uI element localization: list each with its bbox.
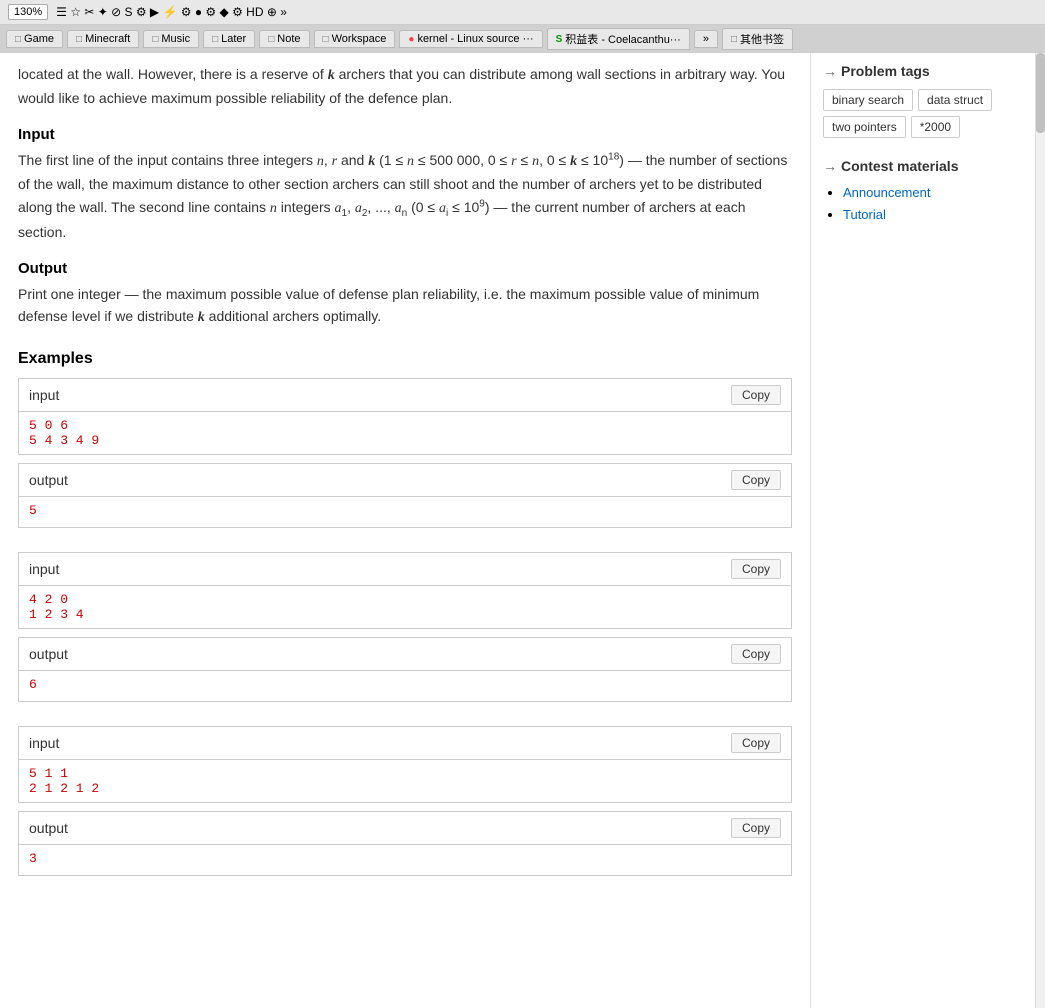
tag-data-struct[interactable]: data struct (918, 89, 992, 111)
example-3-input-header: input Copy (19, 727, 791, 760)
example-3-output: output Copy 3 (18, 811, 792, 876)
tab-jijibiao[interactable]: S 积益表 - Coelacanthu··· (547, 28, 690, 50)
tag-difficulty[interactable]: *2000 (911, 116, 960, 138)
nav-icons: ☰ ☆ ✂ ✦ ⊘ S ⚙ ▶ ⚡ ⚙ ● ⚙ ◆ ⚙ HD ⊕ » (56, 5, 287, 19)
example-3-output-label: output (29, 820, 68, 836)
example-3-input-label: input (29, 735, 59, 751)
problem-tags-title: → Problem tags (823, 63, 1023, 79)
tab-note[interactable]: □ Note (259, 30, 309, 48)
example-3-output-body: 3 (19, 845, 791, 875)
tutorial-link[interactable]: Tutorial (843, 207, 886, 222)
example-1-input-header: input Copy (19, 379, 791, 412)
contest-arrow-icon: → (823, 158, 837, 174)
example-2-output-header: output Copy (19, 638, 791, 671)
tags-arrow-icon: → (823, 63, 837, 79)
input-text: The first line of the input contains thr… (18, 149, 792, 244)
zoom-level[interactable]: 130% (8, 4, 48, 20)
example-2-output: output Copy 6 (18, 637, 792, 702)
copy-example-2-output[interactable]: Copy (731, 644, 781, 664)
examples-section: Examples input Copy 5 0 6 5 4 3 4 9 outp… (18, 350, 792, 876)
copy-example-2-input[interactable]: Copy (731, 559, 781, 579)
example-2-input-header: input Copy (19, 553, 791, 586)
example-2-output-body: 6 (19, 671, 791, 701)
example-1: input Copy 5 0 6 5 4 3 4 9 (18, 378, 792, 455)
tab-game[interactable]: □ Game (6, 30, 63, 48)
problem-intro: located at the wall. However, there is a… (18, 63, 792, 110)
example-3-input-body: 5 1 1 2 1 2 1 2 (19, 760, 791, 802)
copy-example-3-input[interactable]: Copy (731, 733, 781, 753)
contest-materials-section: → Contest materials Announcement Tutoria… (823, 158, 1023, 222)
example-1-output: output Copy 5 (18, 463, 792, 528)
example-2: input Copy 4 2 0 1 2 3 4 (18, 552, 792, 629)
tab-workspace[interactable]: □ Workspace (314, 30, 396, 48)
tags-container: binary search data struct two pointers *… (823, 89, 1023, 138)
example-2-output-label: output (29, 646, 68, 662)
example-1-output-body: 5 (19, 497, 791, 527)
example-3: input Copy 5 1 1 2 1 2 1 2 (18, 726, 792, 803)
output-title: Output (18, 260, 792, 277)
scrollbar-track[interactable] (1035, 53, 1045, 1008)
contest-link-announcement: Announcement (843, 184, 1023, 200)
main-content: located at the wall. However, there is a… (0, 53, 810, 1008)
tab-kernel[interactable]: ● kernel - Linux source ··· (399, 30, 542, 48)
browser-bar: 130% ☰ ☆ ✂ ✦ ⊘ S ⚙ ▶ ⚡ ⚙ ● ⚙ ◆ ⚙ HD ⊕ » (0, 0, 1045, 25)
tag-two-pointers[interactable]: two pointers (823, 116, 906, 138)
tab-bookmarks[interactable]: □ 其他书签 (722, 28, 793, 50)
output-text: Print one integer — the maximum possible… (18, 283, 792, 330)
copy-example-1-output[interactable]: Copy (731, 470, 781, 490)
input-title: Input (18, 126, 792, 143)
tab-later[interactable]: □ Later (203, 30, 255, 48)
tab-more[interactable]: » (694, 30, 718, 48)
example-1-output-header: output Copy (19, 464, 791, 497)
example-1-input-body: 5 0 6 5 4 3 4 9 (19, 412, 791, 454)
problem-tags-section: → Problem tags binary search data struct… (823, 63, 1023, 138)
announcement-link[interactable]: Announcement (843, 185, 930, 200)
contest-links-list: Announcement Tutorial (823, 184, 1023, 222)
example-3-output-header: output Copy (19, 812, 791, 845)
examples-title: Examples (18, 350, 792, 368)
example-1-input-label: input (29, 387, 59, 403)
contest-materials-title: → Contest materials (823, 158, 1023, 174)
scrollbar-thumb[interactable] (1036, 53, 1045, 133)
tab-minecraft[interactable]: □ Minecraft (67, 30, 139, 48)
example-1-output-label: output (29, 472, 68, 488)
copy-example-1-input[interactable]: Copy (731, 385, 781, 405)
contest-link-tutorial: Tutorial (843, 206, 1023, 222)
copy-example-3-output[interactable]: Copy (731, 818, 781, 838)
sidebar: → Problem tags binary search data struct… (810, 53, 1035, 1008)
example-2-input-label: input (29, 561, 59, 577)
tab-music[interactable]: □ Music (143, 30, 199, 48)
page-container: located at the wall. However, there is a… (0, 53, 1045, 1008)
output-section: Output Print one integer — the maximum p… (18, 260, 792, 330)
tab-bar: □ Game □ Minecraft □ Music □ Later □ Not… (0, 25, 1045, 53)
tag-binary-search[interactable]: binary search (823, 89, 913, 111)
example-2-input-body: 4 2 0 1 2 3 4 (19, 586, 791, 628)
input-section: Input The first line of the input contai… (18, 126, 792, 244)
